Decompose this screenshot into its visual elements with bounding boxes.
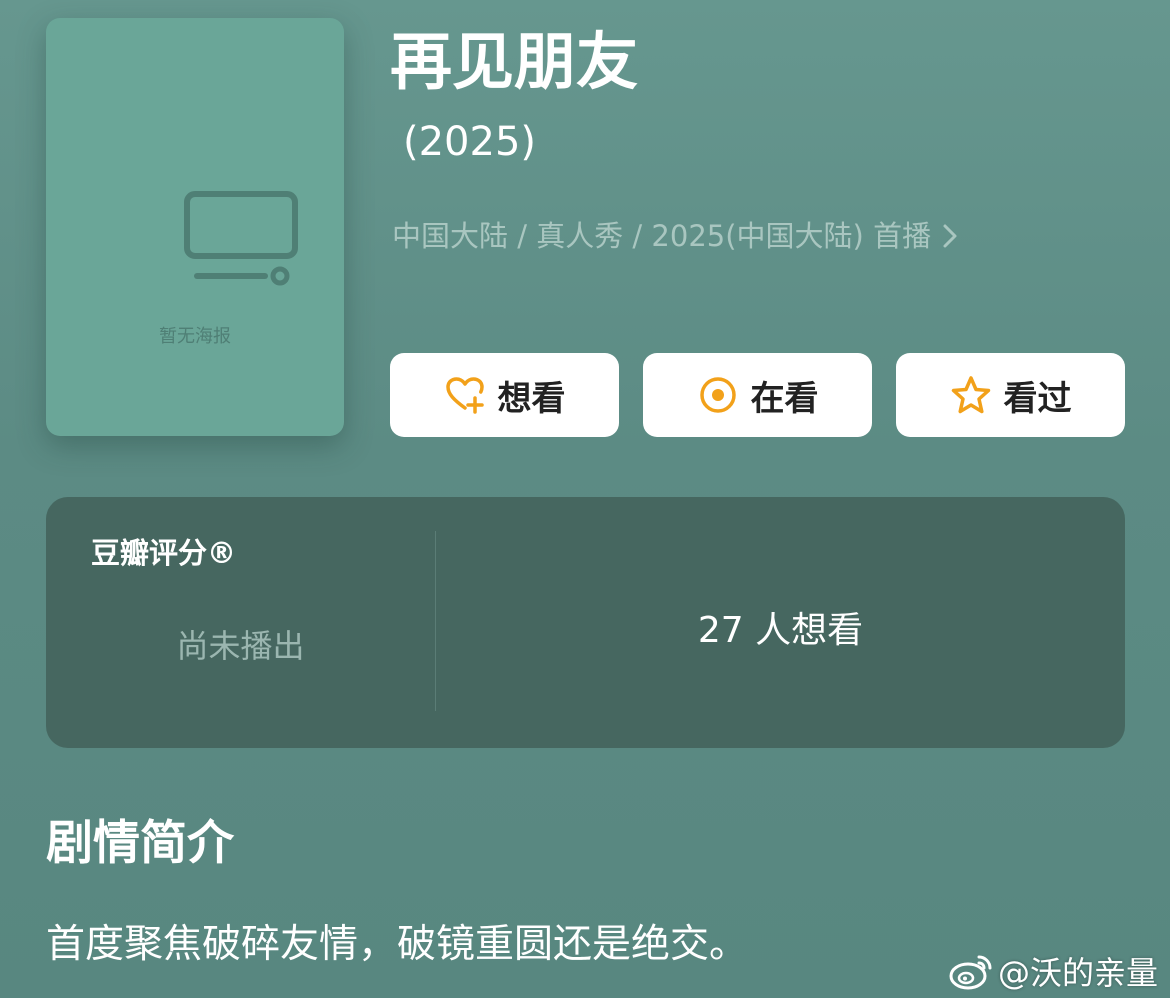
chevron-right-icon [943, 224, 957, 248]
watched-button[interactable]: 看过 [896, 353, 1125, 437]
show-title: 再见朋友 [390, 25, 639, 98]
target-circle-icon [699, 377, 736, 413]
synopsis-heading: 剧情简介 [46, 816, 234, 871]
want-to-watch-button[interactable]: 想看 [390, 353, 619, 437]
star-icon [951, 376, 990, 414]
show-meta-text: 中国大陆 / 真人秀 / 2025(中国大陆) 首播 [392, 219, 932, 253]
action-buttons: 想看 在看 看过 [390, 353, 1125, 437]
want-count: 27 人想看 [697, 610, 864, 651]
heart-plus-icon [445, 377, 484, 414]
watching-label: 在看 [750, 378, 819, 419]
show-year: (2025) [403, 119, 537, 165]
no-poster-label: 暂无海报 [159, 326, 231, 347]
rating-status: 尚未播出 [176, 627, 305, 665]
synopsis-text: 首度聚焦破碎友情，破镜重圆还是绝交。 [46, 922, 749, 967]
watched-label: 看过 [1003, 378, 1072, 419]
want-to-watch-label: 想看 [497, 378, 566, 419]
weibo-icon [949, 955, 992, 990]
rating-panel[interactable]: 豆瓣评分® 尚未播出 27 人想看 [46, 497, 1125, 748]
rating-title: 豆瓣评分® [91, 536, 237, 570]
poster-placeholder[interactable]: 暂无海报 [46, 18, 344, 436]
watching-button[interactable]: 在看 [643, 353, 872, 437]
watermark-text: @沃的亲量 [997, 954, 1158, 992]
tv-icon [184, 191, 298, 286]
watermark: @沃的亲量 [948, 948, 1158, 994]
show-meta-link[interactable]: 中国大陆 / 真人秀 / 2025(中国大陆) 首播 [392, 214, 959, 258]
